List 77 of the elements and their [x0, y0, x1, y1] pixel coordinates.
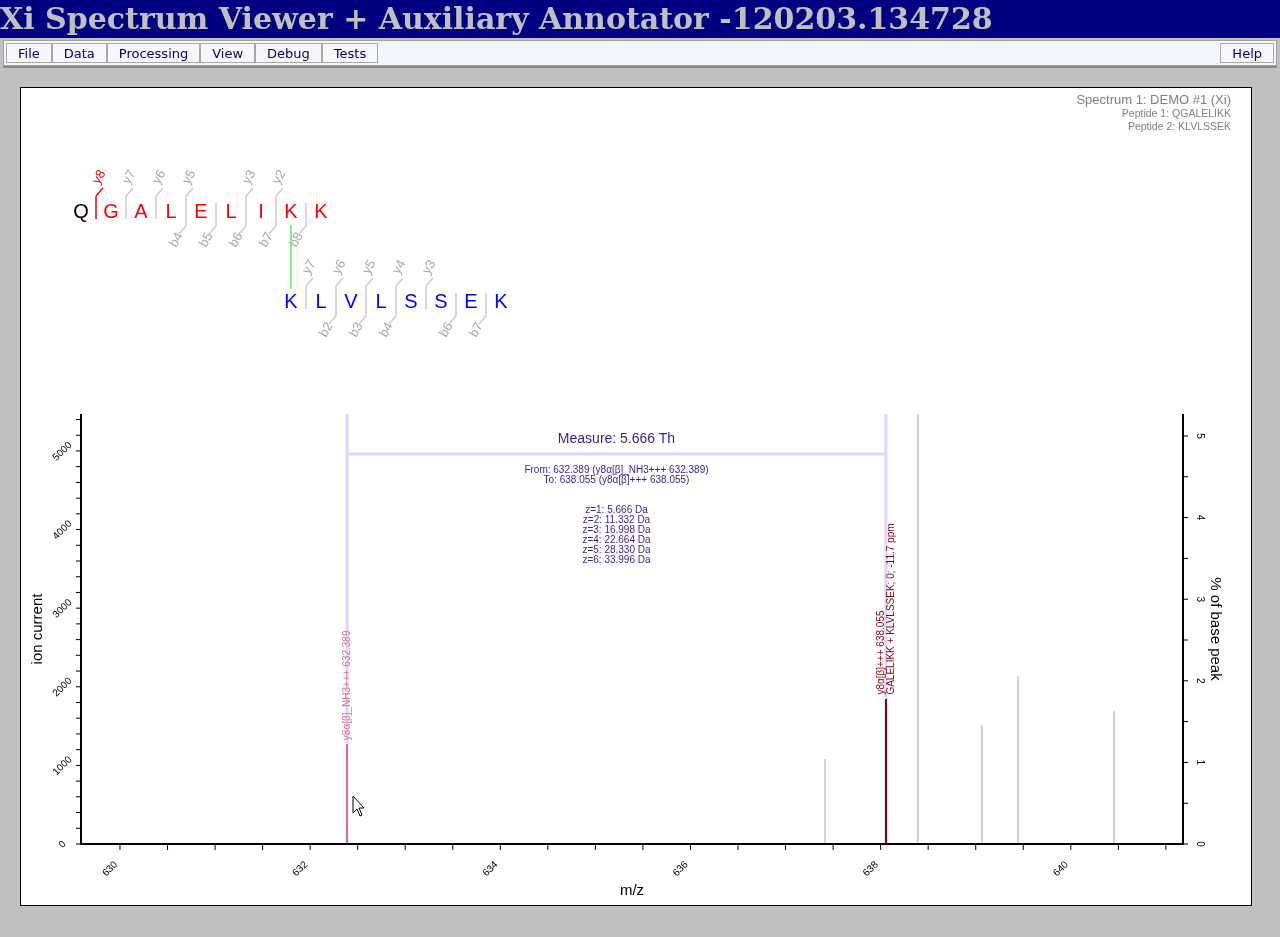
charge-mass: z=4: 22.664 Da	[582, 534, 651, 545]
x-tick-label: 632	[290, 858, 310, 879]
right-tick-label: 1	[1195, 759, 1206, 766]
residue-letter: S	[434, 290, 448, 312]
right-tick-label: 3	[1195, 596, 1206, 602]
measure-title: Measure: 5.666 Th	[557, 430, 676, 446]
residue-letter: I	[258, 200, 264, 222]
peak-label: y8α[β]_NH3+++ 632.389	[341, 630, 353, 741]
x-tick-label: 634	[480, 858, 500, 879]
charge-mass: z=2: 11.332 Da	[582, 514, 651, 525]
fragment-label: y6	[148, 167, 169, 187]
residue-letter: L	[315, 290, 327, 312]
fragment-label: b4	[375, 319, 396, 340]
charge-mass: z=6: 33.996 Da	[582, 554, 651, 565]
fragment-label: y4	[388, 257, 409, 277]
x-tick-label: 636	[670, 858, 690, 879]
x-axis-title: m/z	[619, 881, 645, 898]
y-axis-title: ion current	[28, 593, 45, 665]
right-axis-title: % of base peak	[1208, 577, 1225, 681]
fragment-label: y7	[298, 257, 319, 277]
fragment-label: b4	[165, 229, 186, 250]
menu-button[interactable]: File	[6, 43, 52, 63]
residue-letter: A	[134, 200, 148, 222]
fragment-label: b7	[255, 229, 276, 250]
charge-mass: z=3: 16.998 Da	[582, 524, 651, 535]
right-tick-label: 5	[1195, 433, 1206, 439]
right-tick-label: 0	[1195, 841, 1206, 847]
menu-button[interactable]: Data	[51, 43, 107, 63]
x-tick-label: 630	[99, 858, 120, 879]
cursor-icon	[352, 795, 365, 817]
peptide-info: Peptide 2: KLVLSSEK	[1127, 120, 1231, 132]
fragment-label: b3	[345, 319, 366, 340]
fragment-label: y6	[328, 257, 349, 277]
fragment-label: y7	[118, 167, 139, 187]
peak-label: GALELIKK + KLVLSSEK; 0; -11.7 ppm	[884, 523, 896, 695]
menu-button[interactable]: View	[200, 43, 256, 63]
fragment-label: b7	[465, 319, 486, 340]
fragment-label: b6	[435, 319, 456, 340]
residue-letter: L	[225, 200, 237, 222]
fragment-label: y5	[358, 257, 379, 277]
residue-letter: K	[494, 290, 508, 312]
residue-letter: E	[464, 290, 478, 312]
residue-letter: L	[375, 290, 387, 312]
peak-label: y8α[β]+++ 638.055	[874, 610, 886, 695]
residue-letter: S	[404, 290, 418, 312]
residue-letter: K	[284, 290, 298, 312]
spectrum-title: Spectrum 1: DEMO #1 (Xi)	[1076, 92, 1231, 107]
fragment-label: b8	[285, 229, 306, 250]
residue-letter: G	[103, 200, 119, 222]
residue-letter: E	[194, 200, 208, 222]
fragment-label: y5	[178, 167, 199, 187]
menu-button[interactable]: Tests	[321, 43, 379, 63]
residue-letter: L	[165, 200, 177, 222]
charge-mass: z=5: 28.330 Da	[582, 544, 651, 555]
fragment-label: y3	[238, 167, 259, 187]
right-tick-label: 2	[1195, 678, 1206, 684]
measure-detail: From: 632.389 (y8α[β]_NH3+++ 632.389)	[524, 464, 709, 475]
fragment-label: y2	[268, 167, 289, 187]
fragment-label: y3	[418, 257, 439, 277]
fragment-label: b5	[195, 229, 216, 250]
residue-letter: V	[344, 290, 358, 312]
residue-letter: K	[314, 200, 328, 222]
charge-mass: z=1: 5.666 Da	[585, 504, 648, 515]
menu-button[interactable]: Debug	[255, 43, 322, 63]
fragment-label: b2	[315, 319, 336, 340]
peptide-info: Peptide 1: QGALELIKK	[1121, 107, 1231, 119]
window-title: Xi Spectrum Viewer + Auxiliary Annotator -120203.134728	[0, 4, 993, 34]
y-tick-label: 0	[56, 838, 68, 850]
menu-button[interactable]: Help	[1220, 43, 1274, 63]
residue-letter: K	[284, 200, 298, 222]
right-tick-label: 4	[1195, 514, 1206, 521]
x-tick-label: 638	[860, 858, 881, 879]
fragment-label: b6	[225, 229, 246, 250]
fragment-label: y8	[88, 167, 109, 187]
menu-button[interactable]: Processing	[106, 43, 201, 63]
residue-letter: Q	[73, 200, 89, 222]
x-tick-label: 640	[1050, 858, 1071, 879]
